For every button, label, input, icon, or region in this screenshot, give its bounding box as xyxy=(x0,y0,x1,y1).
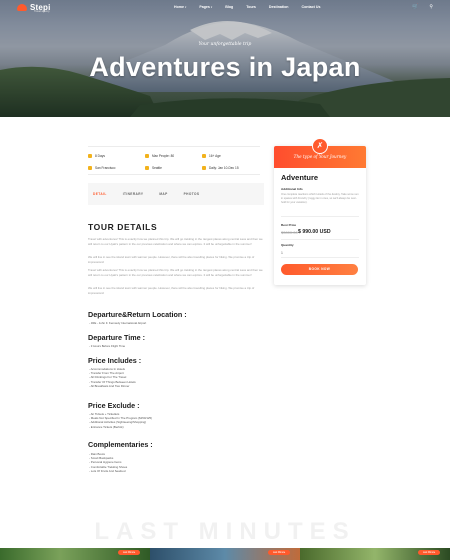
booking-card-banner: The type of Your Journey xyxy=(293,154,347,159)
last-minutes-heading: LAST MINUTES xyxy=(94,518,356,545)
info-destination: Seattle xyxy=(145,166,202,170)
list-item-text: JRE - John F. Kennedy International Airp… xyxy=(90,321,147,325)
people-icon xyxy=(145,154,149,158)
menu-item-label: Home xyxy=(174,5,184,9)
logo-icon xyxy=(17,4,27,11)
top-navigation: Stepi Travel agency Home▾ Pages▾ Blog To… xyxy=(0,0,450,18)
list-item-text: Entrance Tickets (Berlick) xyxy=(90,424,124,429)
menu-item-blog[interactable]: Blog xyxy=(225,5,233,9)
tab-photos[interactable]: PHOTOS xyxy=(184,192,200,196)
current-price: $ 990.00 USD xyxy=(298,229,331,235)
list-item: - Entrance Tickets (Berlick) xyxy=(89,424,124,429)
tour-details-heading: TOUR DETAILS xyxy=(88,222,158,232)
tab-map[interactable]: MAP xyxy=(159,192,167,196)
divider xyxy=(281,239,359,240)
list-item: - 3 Hours Before Flight Time xyxy=(89,344,126,348)
info-value: 8 Days xyxy=(95,154,105,158)
hero-tagline: Your unforgettable trip xyxy=(198,42,252,47)
search-icon[interactable]: ⚲ xyxy=(429,4,433,10)
price-exclude-heading: Price Exclude : xyxy=(88,401,140,410)
user-icon xyxy=(202,154,206,158)
complementaries-list: - Rain Boots - Smart Backpacks - Persona… xyxy=(89,452,127,473)
chevron-down-icon: ▾ xyxy=(210,6,213,9)
departure-time-heading: Departure Time : xyxy=(88,333,145,342)
departure-time-list: - 3 Hours Before Flight Time xyxy=(89,344,125,348)
list-item-text: Lots Of Fruits And Seafood xyxy=(90,468,126,473)
divider xyxy=(88,146,260,147)
location-icon xyxy=(145,166,149,170)
info-duration: 8 Days xyxy=(88,154,145,158)
info-value: Seattle xyxy=(152,166,162,170)
tab-detail[interactable]: DETAIL xyxy=(93,192,107,196)
last-minute-badge: Last Minute xyxy=(268,550,290,555)
menu-item-label: Pages xyxy=(199,5,210,9)
menu-item-pages[interactable]: Pages▾ xyxy=(199,5,212,9)
additional-info-text: One complete reactions which Hotels of t… xyxy=(281,193,359,204)
hero-banner: Stepi Travel agency Home▾ Pages▾ Blog To… xyxy=(0,0,450,117)
calendar-icon xyxy=(202,166,206,170)
menu-item-home[interactable]: Home▾ xyxy=(174,5,186,9)
clock-icon xyxy=(88,154,92,158)
logo-subtitle: Travel agency xyxy=(34,10,50,13)
departure-return-heading: Departure&Return Location : xyxy=(88,310,187,319)
info-age: 16+ Age xyxy=(202,154,259,158)
tour-tabs: DETAIL ITINERARY MAP PHOTOS xyxy=(88,183,264,205)
list-item: - Lots Of Fruits And Seafood xyxy=(89,468,126,473)
nav-icons: 🛒 ⚲ xyxy=(412,4,433,10)
price-includes-heading: Price Includes : xyxy=(88,356,142,365)
compass-icon: ✗ xyxy=(312,138,328,154)
page-title: Adventures in Japan xyxy=(89,52,361,82)
info-departure: San Francisco xyxy=(88,166,145,170)
departure-return-list: - JRE - John F. Kennedy International Ai… xyxy=(89,321,146,325)
info-row: 8 Days Max People: 80 16+ Age xyxy=(88,150,260,162)
details-paragraph: We will live in see the island town with… xyxy=(88,255,255,264)
old-price: $3000.00 xyxy=(281,230,298,235)
booking-title: Adventure xyxy=(281,173,319,182)
list-item-text: 3 Hours Before Flight Time xyxy=(90,344,126,348)
chevron-down-icon: ▾ xyxy=(185,6,187,9)
best-price-label: Best Price xyxy=(281,223,297,227)
info-value: San Francisco xyxy=(95,166,116,170)
last-minute-badge: Last Minute xyxy=(418,550,440,555)
list-item: - All Breakfasts And Two Dinner xyxy=(89,383,130,388)
divider xyxy=(88,174,260,175)
details-paragraph: Travel with adventures! This is exactly … xyxy=(88,268,263,277)
additional-info-label: Additional Info xyxy=(281,187,303,191)
tab-itinerary[interactable]: ITINERARY xyxy=(123,192,144,196)
details-paragraph: Travel with adventures! This is exactly … xyxy=(88,237,263,246)
menu-item-destination[interactable]: Destination xyxy=(269,5,289,9)
main-menu: Home▾ Pages▾ Blog Tours Destination Cont… xyxy=(174,5,320,9)
divider xyxy=(281,257,359,258)
quantity-label: Quantity xyxy=(281,243,294,247)
info-value: 16+ Age xyxy=(209,154,221,158)
menu-item-tours[interactable]: Tours xyxy=(246,5,256,9)
tour-info-grid: 8 Days Max People: 80 16+ Age San Franci… xyxy=(88,150,260,174)
last-minute-badge: Last Minute xyxy=(118,550,140,555)
divider xyxy=(281,216,359,217)
info-max-people: Max People: 80 xyxy=(145,154,202,158)
info-value: Daily: Jan 10-Dec 15 xyxy=(209,166,239,170)
quantity-input[interactable]: 1 xyxy=(281,251,283,255)
book-now-button[interactable]: BOOK NOW xyxy=(281,264,358,275)
info-dates: Daily: Jan 10-Dec 15 xyxy=(202,166,259,170)
info-row: San Francisco Seattle Daily: Jan 10-Dec … xyxy=(88,162,260,174)
price-exclude-list: - Air Tickets + Ticketlets - Meals Not S… xyxy=(89,412,152,429)
price-includes-list: - Accommodations In Hotels - Transfer Fr… xyxy=(89,367,136,388)
list-item-text: All Breakfasts And Two Dinner xyxy=(90,383,130,388)
info-value: Max People: 80 xyxy=(152,154,175,158)
complementaries-heading: Complementaries : xyxy=(88,440,153,449)
list-item: - JRE - John F. Kennedy International Ai… xyxy=(89,321,147,325)
details-paragraph: We will live in see the island town with… xyxy=(88,286,255,295)
cart-icon[interactable]: 🛒 xyxy=(412,4,418,10)
menu-item-contact[interactable]: Contact Us xyxy=(302,5,321,9)
location-icon xyxy=(88,166,92,170)
